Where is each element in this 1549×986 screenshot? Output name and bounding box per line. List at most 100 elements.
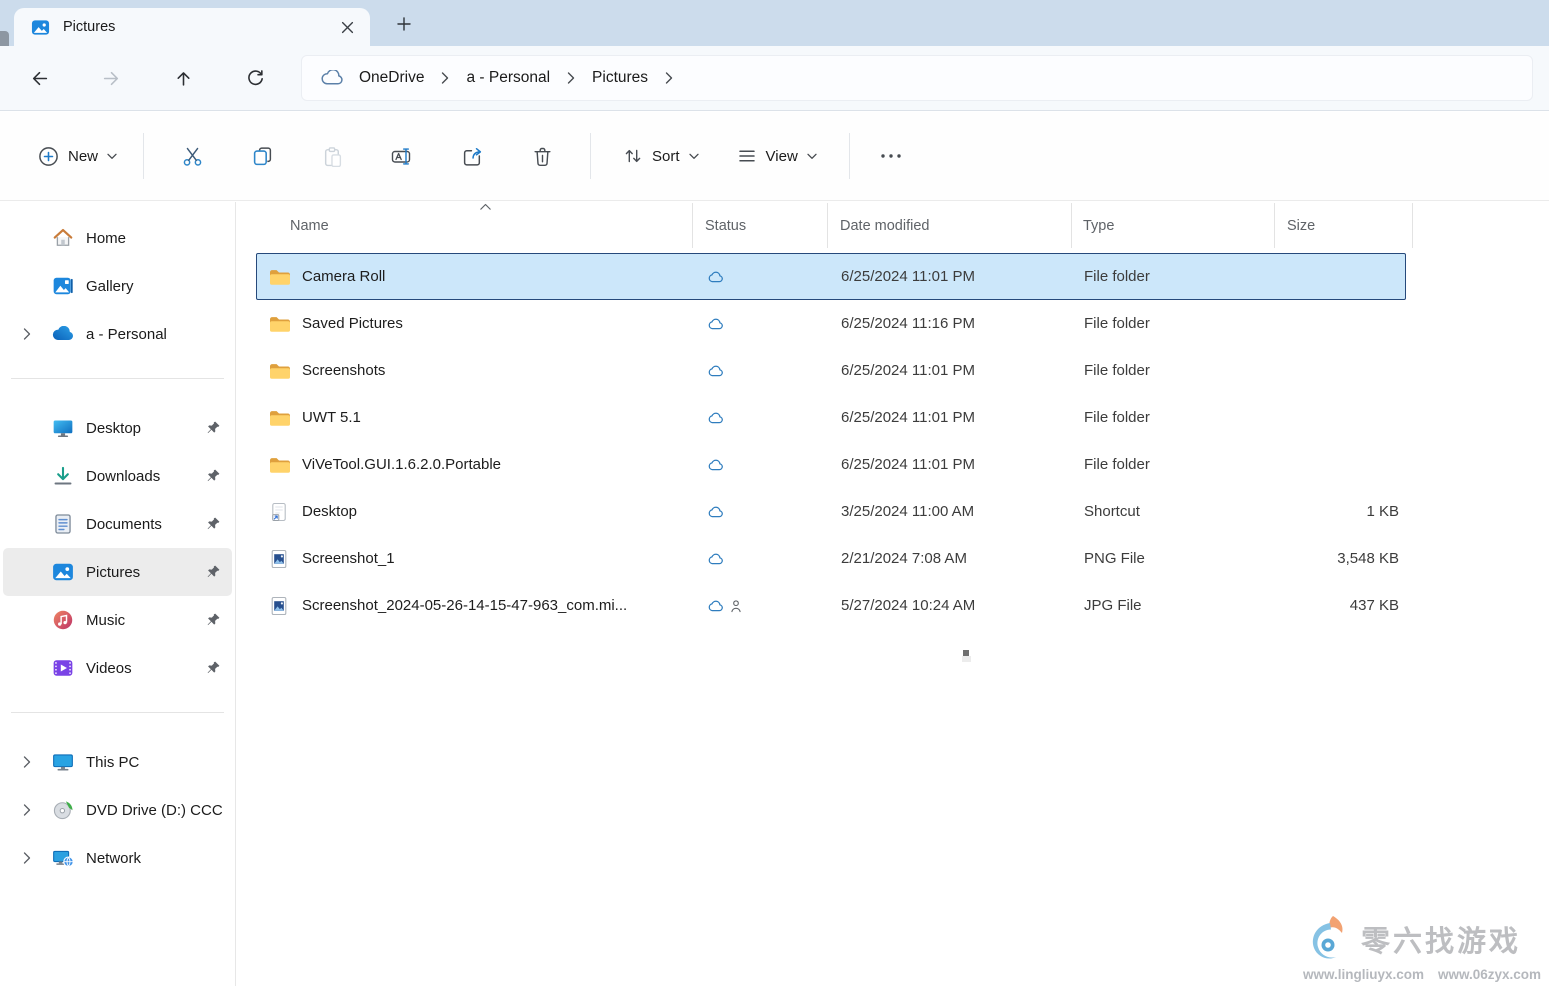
share-icon [462,146,483,167]
expand-chevron-icon[interactable] [3,756,51,768]
ellipsis-icon [880,153,902,159]
sort-button[interactable]: Sort [610,137,712,175]
sidebar-item-music[interactable]: Music [3,596,232,644]
chevron-right-icon [665,72,673,84]
breadcrumb-pictures[interactable]: Pictures [584,64,656,92]
sidebar-item-this-pc[interactable]: This PC [3,738,232,786]
column-header-date-modified[interactable]: Date modified [828,203,1072,248]
expand-chevron-icon[interactable] [3,804,51,816]
column-header-size[interactable]: Size [1275,203,1413,248]
folder-icon [269,267,291,287]
tab-title: Pictures [63,19,115,35]
sidebar-item-videos[interactable]: Videos [3,644,232,692]
scissors-icon [182,146,203,167]
sidebar-item-documents[interactable]: Documents [3,500,232,548]
table-row[interactable]: Desktop 3/25/2024 11:00 AM Shortcut 1 KB [256,488,1406,535]
file-list-area: Name Status Date modified Type Size Came… [236,202,1549,986]
chevron-down-icon [107,153,117,160]
file-explorer-window: Pictures OneDrive [0,0,1549,986]
table-row[interactable]: Screenshots 6/25/2024 11:01 PM File fold… [256,347,1406,394]
sidebar-item-onedrive-personal[interactable]: a - Personal [3,310,232,358]
sidebar-item-label: Desktop [86,420,141,437]
sidebar-item-gallery[interactable]: Gallery [3,262,232,310]
table-row[interactable]: Saved Pictures 6/25/2024 11:16 PM File f… [256,300,1406,347]
sidebar-item-label: Network [86,850,141,867]
table-row[interactable]: Screenshot_2024-05-26-14-15-47-963_com.m… [256,582,1406,629]
up-button[interactable] [163,59,203,97]
column-header-type[interactable]: Type [1072,203,1275,248]
toolbar-divider [849,133,850,179]
table-row[interactable]: Screenshot_1 2/21/2024 7:08 AM PNG File … [256,535,1406,582]
folder-icon [269,361,291,381]
new-button[interactable]: New [25,137,130,176]
sidebar-item-label: Home [86,230,126,247]
cloud-status-icon [707,270,725,284]
dvd-drive-icon [51,798,75,822]
back-button[interactable] [19,59,59,97]
watermark-title: 零六找游戏 [1361,918,1521,960]
cloud-status-icon [707,599,725,613]
view-button[interactable]: View [724,137,830,175]
paste-icon [322,146,343,167]
folder-icon [269,314,291,334]
column-header-name[interactable]: Name [256,203,693,248]
view-list-icon [737,146,757,166]
rename-button[interactable] [378,134,426,178]
expand-chevron-icon[interactable] [3,328,51,340]
pushpin-icon [206,468,221,483]
tab-pictures[interactable]: Pictures [14,8,370,46]
sidebar-item-network[interactable]: Network [3,834,232,882]
refresh-button[interactable] [235,59,275,97]
breadcrumb-personal[interactable]: a - Personal [458,64,558,92]
tab-close-icon[interactable] [334,14,360,40]
pushpin-icon [206,516,221,531]
see-more-button[interactable] [869,136,913,176]
sidebar-divider [11,378,224,379]
sidebar-item-label: This PC [86,754,139,771]
sidebar-item-label: Gallery [86,278,134,295]
table-row[interactable]: Camera Roll 6/25/2024 11:01 PM File fold… [256,253,1406,300]
copy-icon [252,146,273,167]
sidebar-item-label: Pictures [86,564,140,581]
rename-icon [391,146,413,167]
chevron-down-icon [689,153,699,160]
cloud-status-icon [707,364,725,378]
watermark: 零六找游戏 www.lingliuyx.com www.06zyx.com [1303,913,1541,982]
watermark-logo [1303,913,1355,965]
sidebar-item-dvd-drive[interactable]: DVD Drive (D:) CCC [3,786,232,834]
toolbar-divider [590,133,591,179]
sort-button-label: Sort [652,148,680,165]
toolbar-divider [143,133,144,179]
new-button-label: New [68,148,98,165]
column-header-status[interactable]: Status [693,203,828,248]
cloud-status-icon [707,317,725,331]
sidebar-item-home[interactable]: Home [3,214,232,262]
pushpin-icon [206,612,221,627]
videos-icon [51,656,75,680]
sidebar-item-desktop[interactable]: Desktop [3,404,232,452]
trash-icon [532,146,553,167]
breadcrumb-onedrive[interactable]: OneDrive [351,64,432,92]
forward-button[interactable] [91,59,131,97]
expand-chevron-icon[interactable] [3,852,51,864]
chevron-down-icon [807,153,817,160]
copy-button[interactable] [238,134,286,178]
table-row[interactable]: ViVeTool.GUI.1.6.2.0.Portable 6/25/2024 … [256,441,1406,488]
cut-button[interactable] [168,134,216,178]
sidebar-item-pictures[interactable]: Pictures [3,548,232,596]
sidebar-item-downloads[interactable]: Downloads [3,452,232,500]
share-button[interactable] [448,134,496,178]
cloud-status-icon [707,505,725,519]
new-tab-button[interactable] [389,10,419,38]
onedrive-cloud-icon [320,70,344,86]
file-rows: Camera Roll 6/25/2024 11:01 PM File fold… [256,253,1406,629]
sort-icon [623,146,643,166]
tab-bar: Pictures [0,0,1549,46]
chevron-right-icon [441,72,449,84]
sidebar-item-label: Videos [86,660,132,677]
delete-button[interactable] [518,134,566,178]
folder-icon [269,455,291,475]
paste-button[interactable] [308,134,356,178]
table-row[interactable]: UWT 5.1 6/25/2024 11:01 PM File folder [256,394,1406,441]
gallery-icon [51,274,75,298]
